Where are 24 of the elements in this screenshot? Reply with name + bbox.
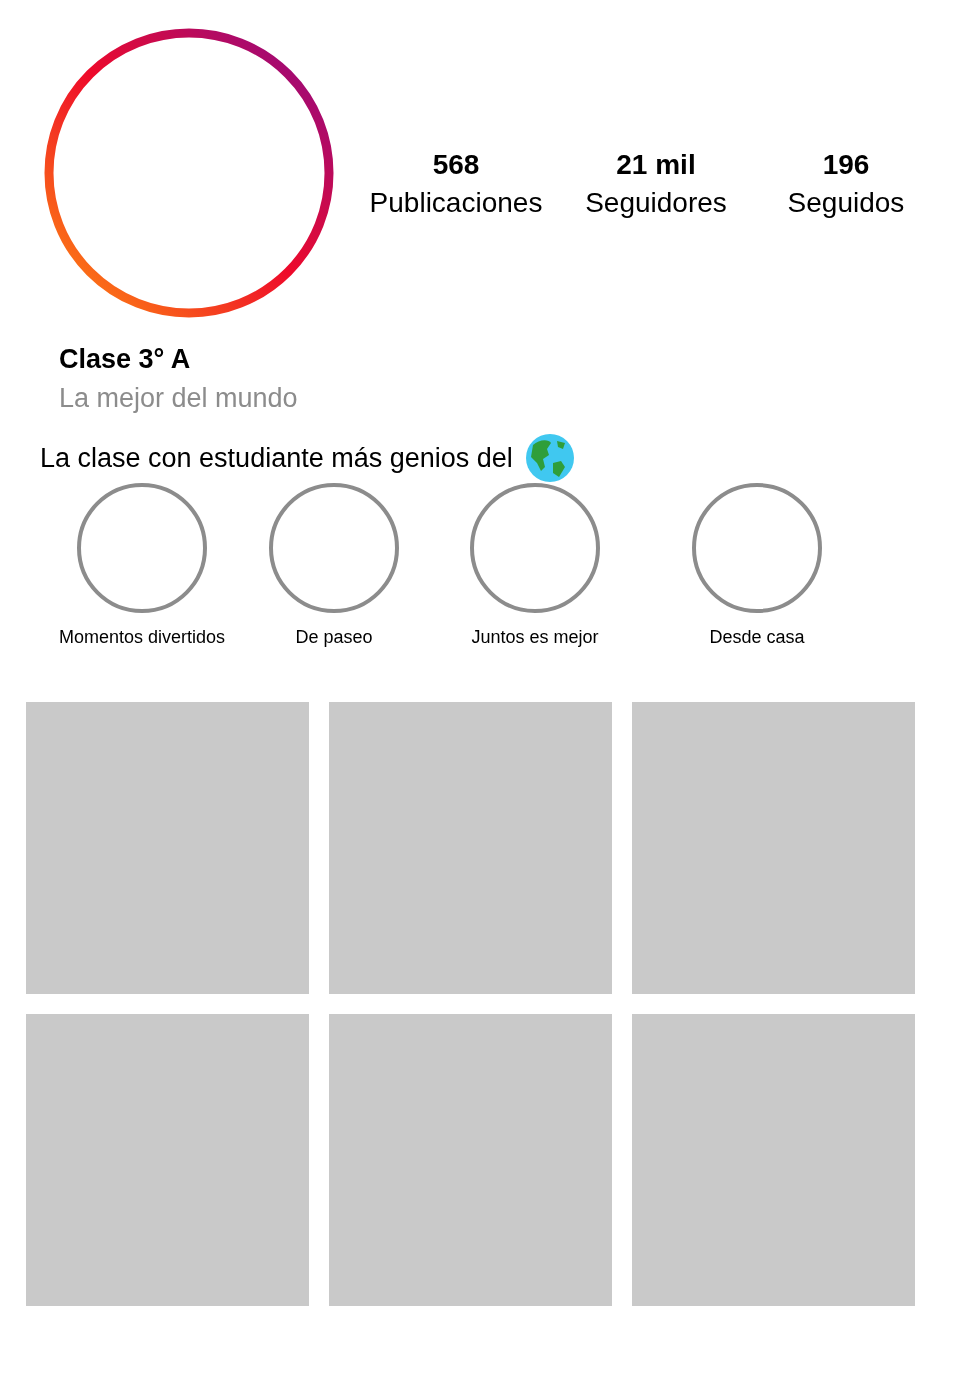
post-thumbnail[interactable] (632, 702, 915, 994)
post-thumbnail[interactable] (329, 1014, 612, 1306)
stat-count: 568 (432, 148, 480, 182)
story-highlight-label: De paseo (295, 626, 373, 648)
stat-count: 196 (822, 148, 870, 182)
post-thumbnail[interactable] (26, 702, 309, 994)
story-highlight-circle[interactable] (77, 483, 207, 613)
profile-name: Clase 3° A (59, 343, 192, 376)
stat-label: Seguidores (585, 186, 727, 220)
profile-bio: La clase con estudiante más genios del (40, 442, 513, 475)
story-highlight-label: Momentos divertidos (58, 626, 226, 648)
stat-label: Seguidos (787, 186, 905, 220)
post-thumbnail[interactable] (329, 702, 612, 994)
story-highlight-circle[interactable] (470, 483, 600, 613)
stat-count: 21 mil (616, 148, 696, 182)
story-highlight-label: Juntos es mejor (471, 626, 599, 648)
profile-subtitle: La mejor del mundo (59, 382, 299, 415)
story-highlight-label: Desde casa (709, 626, 805, 648)
stat-label: Publicaciones (369, 186, 543, 220)
post-thumbnail[interactable] (26, 1014, 309, 1306)
post-thumbnail[interactable] (632, 1014, 915, 1306)
story-highlight-circle[interactable] (269, 483, 399, 613)
globe-icon (524, 433, 575, 483)
story-highlight-circle[interactable] (692, 483, 822, 613)
